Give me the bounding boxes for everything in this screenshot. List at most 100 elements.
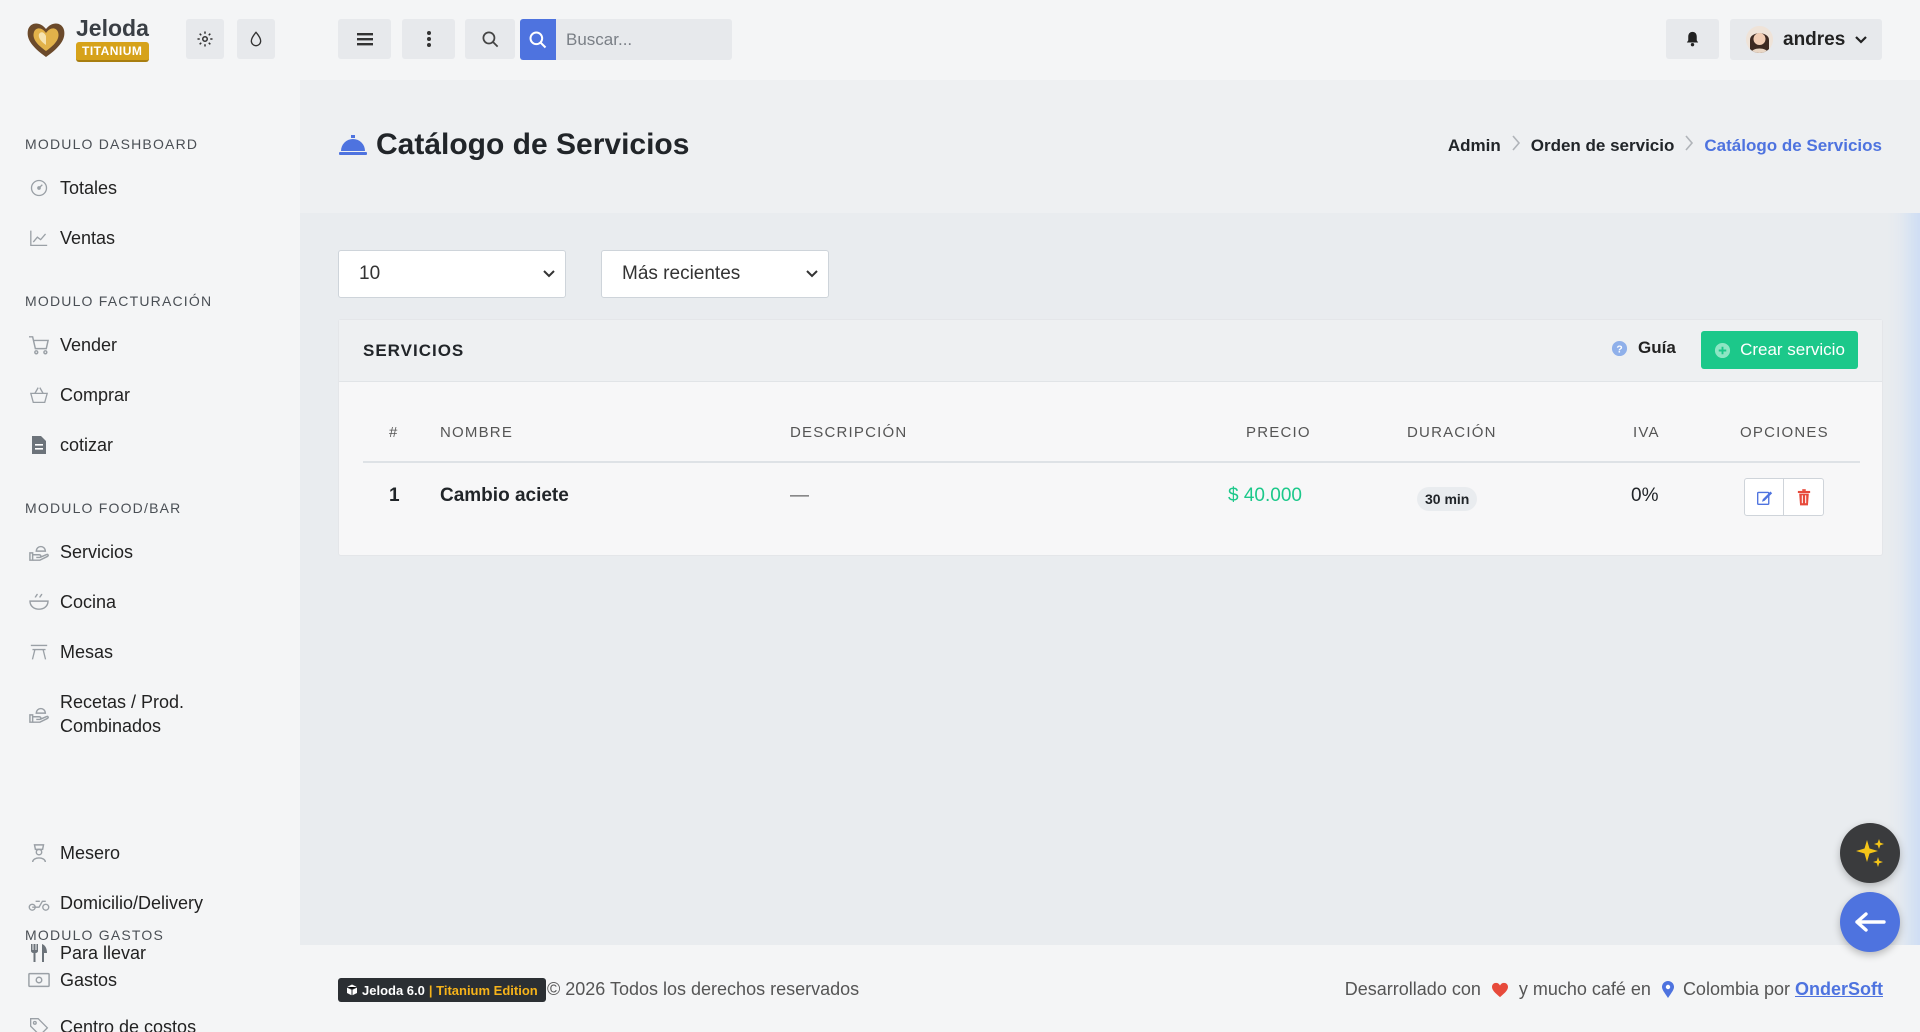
sidebar-item-cocina[interactable]: Cocina (28, 590, 116, 614)
chevron-right-icon (1684, 135, 1694, 156)
row-iva: 0% (1631, 485, 1659, 506)
sidebar: MODULO DASHBOARD Totales Ventas MODULO F… (0, 80, 300, 1032)
brand[interactable]: Jeloda TITANIUM (24, 14, 149, 64)
col-header-descripcion: DESCRIPCIÓN (790, 424, 908, 441)
hamburger-icon (356, 33, 373, 46)
more-options-button[interactable] (402, 19, 455, 59)
breadcrumb: Admin Orden de servicio Catálogo de Serv… (1448, 135, 1882, 156)
search-toggle-button[interactable] (465, 19, 515, 59)
notifications-button[interactable] (1666, 19, 1719, 59)
sidebar-section-gastos: MODULO GASTOS (25, 927, 165, 943)
search-bar (520, 19, 732, 60)
sidebar-item-delivery[interactable]: Domicilio/Delivery (28, 891, 203, 915)
ai-assistant-button[interactable] (1840, 823, 1900, 883)
breadcrumb-admin[interactable]: Admin (1448, 136, 1501, 156)
sidebar-item-label: Servicios (60, 542, 134, 562)
sidebar-item-label: Mesero (60, 843, 121, 863)
sidebar-item-servicios[interactable]: Servicios (28, 540, 133, 564)
row-name: Cambio aciete (440, 485, 569, 506)
sidebar-item-centro-costos[interactable]: Centro de costos (28, 1015, 196, 1032)
copyright-text: © 2026 Todos los derechos reservados (547, 979, 860, 999)
table-icon (30, 644, 48, 660)
waiter-icon (31, 844, 47, 863)
create-service-button[interactable]: Crear servicio (1701, 331, 1858, 369)
card-header: SERVICIOS ? Guía Crear servicio (339, 320, 1882, 382)
sidebar-item-label: Vender (60, 335, 118, 355)
order-select[interactable]: Más recientes (601, 250, 829, 298)
sidebar-item-recetas[interactable]: Recetas / Prod. Combinados (28, 690, 230, 738)
question-circle-icon: ? (1611, 340, 1628, 356)
sidebar-item-label: Para llevar (60, 943, 147, 963)
plus-circle-icon (1715, 342, 1731, 358)
app-frame: Jeloda TITANIUM Buscar... andres MODULO … (0, 0, 1920, 1032)
table-header-divider (363, 461, 1860, 463)
chart-line-icon (30, 230, 48, 247)
sidebar-section-dashboard: MODULO DASHBOARD (25, 136, 199, 152)
theme-button[interactable] (237, 19, 275, 59)
chevron-down-icon (543, 270, 555, 278)
bell-icon (1686, 31, 1699, 47)
hand-tray-icon (29, 707, 49, 723)
col-header-opciones: OPCIONES (1740, 424, 1829, 441)
card-title: SERVICIOS (363, 341, 465, 360)
sidebar-item-gastos[interactable]: Gastos (28, 968, 117, 992)
per-page-value: 10 (359, 263, 381, 284)
sidebar-item-comprar[interactable]: Comprar (28, 383, 130, 407)
bowl-icon (29, 593, 49, 610)
utensils-icon (31, 944, 47, 962)
sidebar-item-mesas[interactable]: Mesas (28, 640, 113, 664)
sidebar-section-food-bar: MODULO FOOD/BAR (25, 500, 182, 516)
col-header-iva: IVA (1633, 424, 1660, 441)
sidebar-item-label: Totales (60, 178, 118, 198)
brand-logo-icon (27, 23, 65, 57)
arrow-left-icon (1855, 912, 1886, 932)
breadcrumb-orden-servicio[interactable]: Orden de servicio (1531, 136, 1675, 156)
avatar-icon (1746, 26, 1773, 53)
concierge-bell-icon (339, 135, 367, 155)
sidebar-item-cotizar[interactable]: cotizar (28, 433, 113, 457)
cube-icon (346, 984, 358, 996)
sidebar-item-vender[interactable]: Vender (28, 333, 117, 357)
page-title: Catálogo de Servicios (338, 128, 689, 162)
sidebar-item-ventas[interactable]: Ventas (28, 226, 115, 250)
avatar (1746, 26, 1773, 53)
delete-button[interactable] (1784, 478, 1824, 516)
dev-text-1: Desarrollado con (1344, 979, 1481, 999)
file-invoice-icon (32, 436, 46, 454)
sidebar-item-mesero[interactable]: Mesero (28, 841, 120, 865)
guide-button[interactable]: ? Guía (1611, 338, 1676, 358)
search-input[interactable] (556, 19, 732, 60)
edit-button[interactable] (1744, 478, 1784, 516)
sparkles-icon (1856, 839, 1884, 867)
trash-icon (1797, 488, 1810, 505)
breadcrumb-current: Catálogo de Servicios (1704, 135, 1882, 155)
per-page-select[interactable]: 10 (338, 250, 566, 298)
heart-icon (1491, 982, 1508, 997)
search-submit-button[interactable] (520, 19, 556, 60)
settings-button[interactable] (186, 19, 224, 59)
sidebar-item-label: Cocina (60, 592, 117, 612)
version-badge: Jeloda 6.0 | Titanium Edition (338, 978, 546, 1002)
create-service-label: Crear servicio (1740, 340, 1845, 359)
back-button[interactable] (1840, 892, 1900, 952)
hand-tray-icon (29, 545, 49, 561)
row-price: $ 40.000 (1228, 485, 1302, 506)
company-link[interactable]: OnderSoft (1795, 979, 1883, 1000)
row-number: 1 (389, 485, 400, 506)
chevron-right-icon (1511, 135, 1521, 156)
sidebar-item-para-llevar[interactable]: Para llevar (28, 941, 146, 965)
sidebar-section-facturacion: MODULO FACTURACIÓN (25, 293, 213, 309)
dev-text-3: Colombia por (1682, 979, 1790, 999)
edit-icon (1756, 491, 1772, 505)
sidebar-item-label: cotizar (60, 435, 114, 455)
col-header-precio: PRECIO (1246, 424, 1311, 441)
gauge-icon (30, 179, 48, 197)
row-description: — (790, 485, 809, 506)
sidebar-item-label: Domicilio/Delivery (60, 893, 204, 913)
page-title-text: Catálogo de Servicios (376, 128, 690, 161)
row-options (1744, 478, 1824, 516)
user-menu-button[interactable]: andres (1730, 19, 1882, 60)
menu-toggle-button[interactable] (338, 19, 391, 59)
sidebar-item-totales[interactable]: Totales (28, 176, 117, 200)
tag-icon (30, 1018, 49, 1032)
